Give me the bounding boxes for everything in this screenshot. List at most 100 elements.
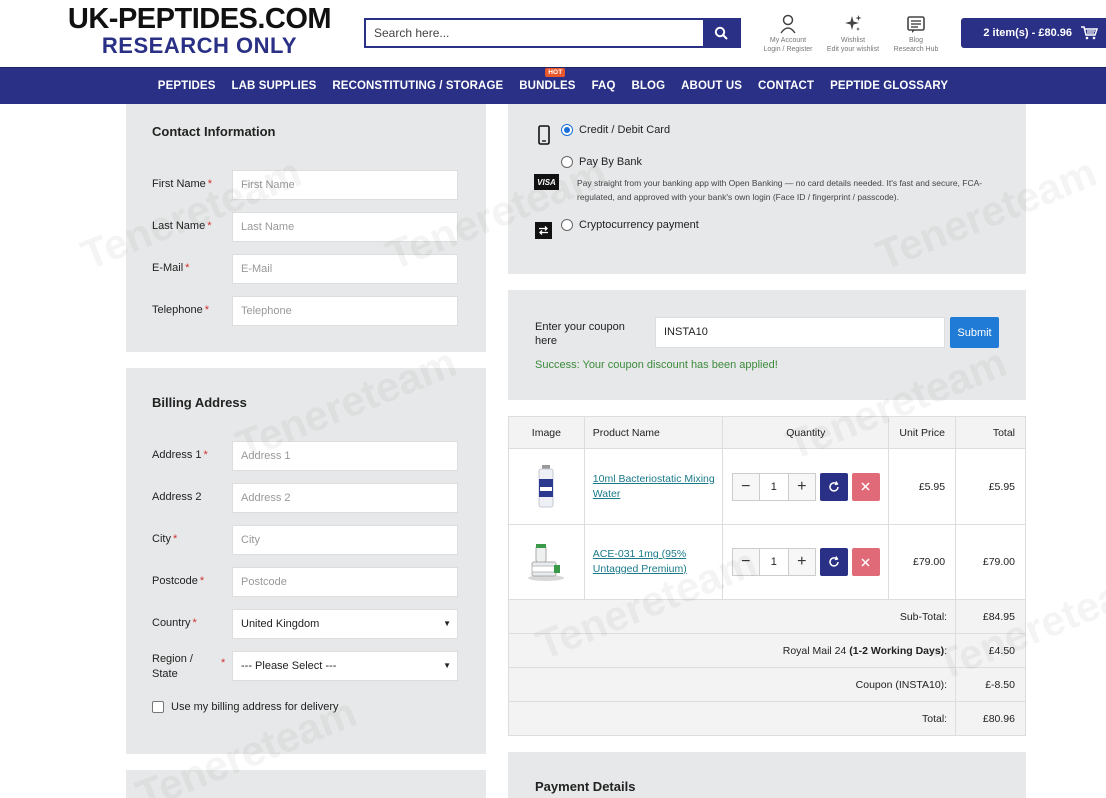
blog-sub: Research Hub [893, 46, 939, 53]
nav-bundles[interactable]: BUNDLES HOT [511, 68, 583, 92]
quantity-input[interactable]: 1 [758, 473, 789, 500]
search-input[interactable] [366, 20, 703, 46]
first-name-row: First Name * First Name [152, 170, 460, 200]
nav-contact[interactable]: CONTACT [750, 80, 822, 92]
email-field[interactable]: E-Mail [232, 254, 458, 284]
shipping-row: Royal Mail 24 (1-2 Working Days): £4.50 [507, 633, 1026, 668]
remove-button[interactable] [851, 472, 880, 501]
main-nav: PEPTIDES LAB SUPPLIES RECONSTITUTING / S… [0, 67, 1106, 104]
decrement-button[interactable]: − [732, 549, 759, 575]
subtotal-row: Sub-Total: £84.95 [507, 599, 1026, 634]
increment-button[interactable]: + [788, 549, 815, 575]
product-name-cell: ACE-031 1mg (95% Untagged Premium) [583, 524, 724, 600]
total-cell: £79.00 [955, 524, 1026, 600]
address1-row: Address 1 * Address 1 [152, 441, 460, 471]
site-header: UK-PEPTIDES.COM RESEARCH ONLY My Account… [0, 0, 1106, 67]
crypto-option[interactable]: Cryptocurrency payment [561, 219, 699, 231]
quantity-cell: − 1 + [722, 524, 890, 600]
use-billing-row[interactable]: Use my billing address for delivery [152, 701, 339, 713]
address1-field[interactable]: Address 1 [232, 441, 458, 471]
city-row: City * City [152, 525, 460, 555]
address1-label: Address 1 * [152, 449, 208, 461]
decrement-button[interactable]: − [732, 473, 759, 500]
product-image[interactable] [526, 538, 566, 586]
postcode-label: Postcode * [152, 575, 205, 587]
credit-card-radio[interactable] [561, 124, 573, 136]
site-logo[interactable]: UK-PEPTIDES.COM RESEARCH ONLY [62, 4, 337, 58]
product-image-cell [508, 524, 585, 600]
hot-badge: HOT [545, 68, 566, 77]
address2-label: Address 2 [152, 491, 202, 503]
telephone-field[interactable]: Telephone [232, 296, 458, 326]
search-button[interactable] [703, 20, 739, 46]
my-account-label: My Account [769, 37, 807, 44]
product-image[interactable] [526, 463, 566, 511]
last-name-field[interactable]: Last Name [232, 212, 458, 242]
nav-bundles-label: BUNDLES [519, 80, 576, 92]
address2-field[interactable]: Address 2 [232, 483, 458, 513]
dropdown-arrow-icon: ▼ [443, 619, 451, 628]
increment-button[interactable]: + [788, 473, 815, 500]
country-select[interactable]: United Kingdom ▼ [232, 609, 458, 639]
nav-peptides[interactable]: PEPTIDES [150, 80, 224, 92]
wishlist-link[interactable]: Wishlist Edit your wishlist [823, 12, 883, 54]
nav-peptide-glossary[interactable]: PEPTIDE GLOSSARY [822, 80, 956, 92]
product-link[interactable]: ACE-031 1mg (95% Untagged Premium) [593, 548, 687, 575]
product-link[interactable]: 10ml Bacteriostatic Mixing Water [593, 473, 715, 500]
grand-total-label: Total: [507, 701, 957, 736]
quantity-input[interactable]: 1 [758, 549, 789, 575]
header-quantity: Quantity [722, 416, 890, 449]
header-unit-price: Unit Price [888, 416, 957, 449]
credit-card-option[interactable]: Credit / Debit Card [561, 124, 670, 136]
nav-blog[interactable]: BLOG [624, 80, 674, 92]
search-icon [714, 26, 728, 40]
payment-details-panel: Payment Details [508, 752, 1026, 798]
cart-button[interactable]: 2 item(s) - £80.96 [961, 18, 1106, 48]
visa-icon: VISA [534, 174, 559, 190]
pay-by-bank-radio[interactable] [561, 156, 573, 168]
close-icon [861, 482, 870, 491]
remove-button[interactable] [851, 548, 880, 576]
first-name-label: First Name * [152, 178, 213, 190]
search-bar [364, 18, 741, 48]
refresh-icon [829, 556, 839, 567]
blog-link[interactable]: Blog Research Hub [886, 12, 946, 54]
shipping-value: £4.50 [955, 633, 1026, 668]
last-name-row: Last Name * Last Name [152, 212, 460, 242]
unit-price-cell: £5.95 [888, 448, 957, 525]
quantity-stepper: − 1 + [731, 548, 816, 576]
last-name-label: Last Name * [152, 220, 212, 232]
pay-by-bank-option[interactable]: Pay By Bank [561, 156, 642, 168]
billing-panel: Billing Address Address 1 * Address 1 Add… [126, 368, 486, 754]
first-name-field[interactable]: First Name [232, 170, 458, 200]
coupon-row: Coupon (INSTA10): £-8.50 [507, 667, 1026, 702]
nav-faq[interactable]: FAQ [584, 80, 624, 92]
cart-icon [1081, 26, 1098, 40]
nav-lab-supplies[interactable]: LAB SUPPLIES [223, 80, 324, 92]
crypto-radio[interactable] [561, 219, 573, 231]
logo-line-1: UK-PEPTIDES.COM [67, 3, 332, 35]
billing-title: Billing Address [152, 395, 247, 410]
coupon-total-label: Coupon (INSTA10): [507, 667, 957, 702]
credit-card-label: Credit / Debit Card [579, 124, 671, 136]
update-button[interactable] [819, 548, 848, 576]
coupon-label: Enter your coupon here [535, 321, 625, 347]
product-image-cell [508, 448, 585, 525]
header-total: Total [955, 416, 1026, 449]
quantity-cell: − 1 + [722, 448, 890, 525]
postcode-field[interactable]: Postcode [232, 567, 458, 597]
my-account-link[interactable]: My Account Login / Register [758, 12, 818, 54]
coupon-total-value: £-8.50 [955, 667, 1026, 702]
region-select[interactable]: --- Please Select --- ▼ [232, 651, 458, 681]
city-field[interactable]: City [232, 525, 458, 555]
use-billing-checkbox[interactable] [152, 701, 164, 713]
coupon-success-message: Success: Your coupon discount has been a… [535, 359, 778, 371]
subtotal-label: Sub-Total: [507, 599, 957, 634]
nav-about-us[interactable]: ABOUT US [673, 80, 750, 92]
city-label: City * [152, 533, 178, 545]
update-button[interactable] [819, 472, 848, 501]
coupon-input[interactable]: INSTA10 [655, 317, 945, 348]
nav-reconstituting-storage[interactable]: RECONSTITUTING / STORAGE [324, 80, 511, 92]
shipping-label: Royal Mail 24 (1-2 Working Days): [507, 633, 957, 668]
coupon-submit-button[interactable]: Submit [950, 317, 999, 348]
